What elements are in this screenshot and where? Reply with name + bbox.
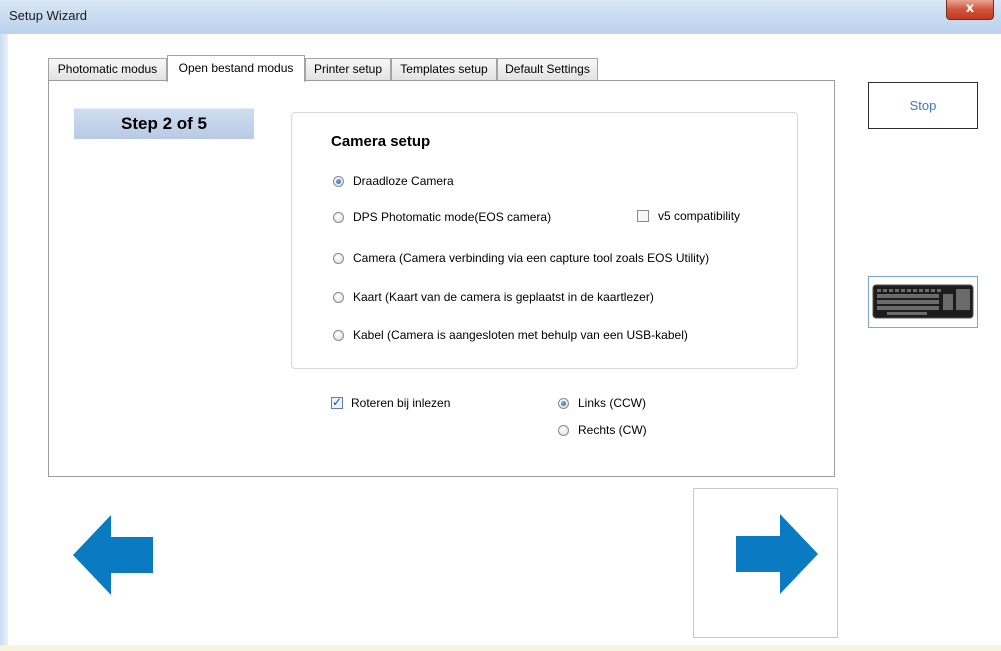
tab-photomatic-modus[interactable]: Photomatic modus (48, 58, 167, 80)
window-title: Setup Wizard (9, 8, 88, 23)
keyboard-icon (872, 284, 974, 319)
title-bar: Setup Wizard x (0, 0, 1001, 35)
close-icon: x (965, 1, 975, 16)
tab-templates-setup[interactable]: Templates setup (391, 58, 497, 80)
camera-setup-title: Camera setup (331, 133, 431, 150)
tab-label: Open bestand modus (178, 61, 294, 75)
close-button[interactable]: x (946, 0, 994, 20)
checkbox-label: Roteren bij inlezen (351, 396, 451, 410)
checkbox-label: v5 compatibility (658, 209, 741, 223)
radio-label: Kabel (Camera is aangesloten met behulp … (353, 328, 688, 342)
tab-label: Printer setup (313, 62, 383, 76)
tab-label: Default Settings (505, 62, 590, 76)
radio-kabel[interactable] (333, 330, 344, 341)
tab-label: Photomatic modus (57, 62, 158, 76)
tab-label: Templates setup (400, 62, 488, 76)
arrow-left-icon (73, 515, 153, 595)
radio-label: Rechts (CW) (578, 423, 647, 437)
bottom-edge (0, 645, 1001, 651)
arrow-right-icon (736, 514, 818, 594)
window-frame-left (0, 34, 8, 651)
radio-dps-photomatic[interactable] (333, 212, 344, 223)
radio-kaart[interactable] (333, 292, 344, 303)
tab-default-settings[interactable]: Default Settings (497, 58, 598, 80)
next-button[interactable] (693, 488, 838, 638)
radio-label: DPS Photomatic mode(EOS camera) (353, 210, 552, 224)
radio-label: Links (CCW) (578, 396, 646, 410)
radio-rotate-right[interactable] (558, 425, 569, 436)
radio-label: Draadloze Camera (353, 174, 454, 188)
v5-compatibility-checkbox[interactable] (637, 210, 649, 222)
keyboard-button[interactable] (868, 276, 978, 328)
tab-printer-setup[interactable]: Printer setup (305, 58, 391, 80)
rotate-on-import-checkbox[interactable] (331, 395, 343, 409)
radio-label: Kaart (Kaart van de camera is geplaatst … (353, 290, 654, 304)
back-button[interactable] (73, 515, 155, 595)
radio-draadloze-camera[interactable] (333, 176, 344, 187)
tab-open-bestand-modus[interactable]: Open bestand modus (167, 55, 305, 82)
radio-camera-capture-tool[interactable] (333, 253, 344, 264)
radio-rotate-left[interactable] (558, 398, 569, 409)
radio-label: Camera (Camera verbinding via een captur… (353, 251, 710, 265)
stop-button[interactable]: Stop (868, 82, 978, 129)
step-indicator: Step 2 of 5 (74, 108, 254, 139)
